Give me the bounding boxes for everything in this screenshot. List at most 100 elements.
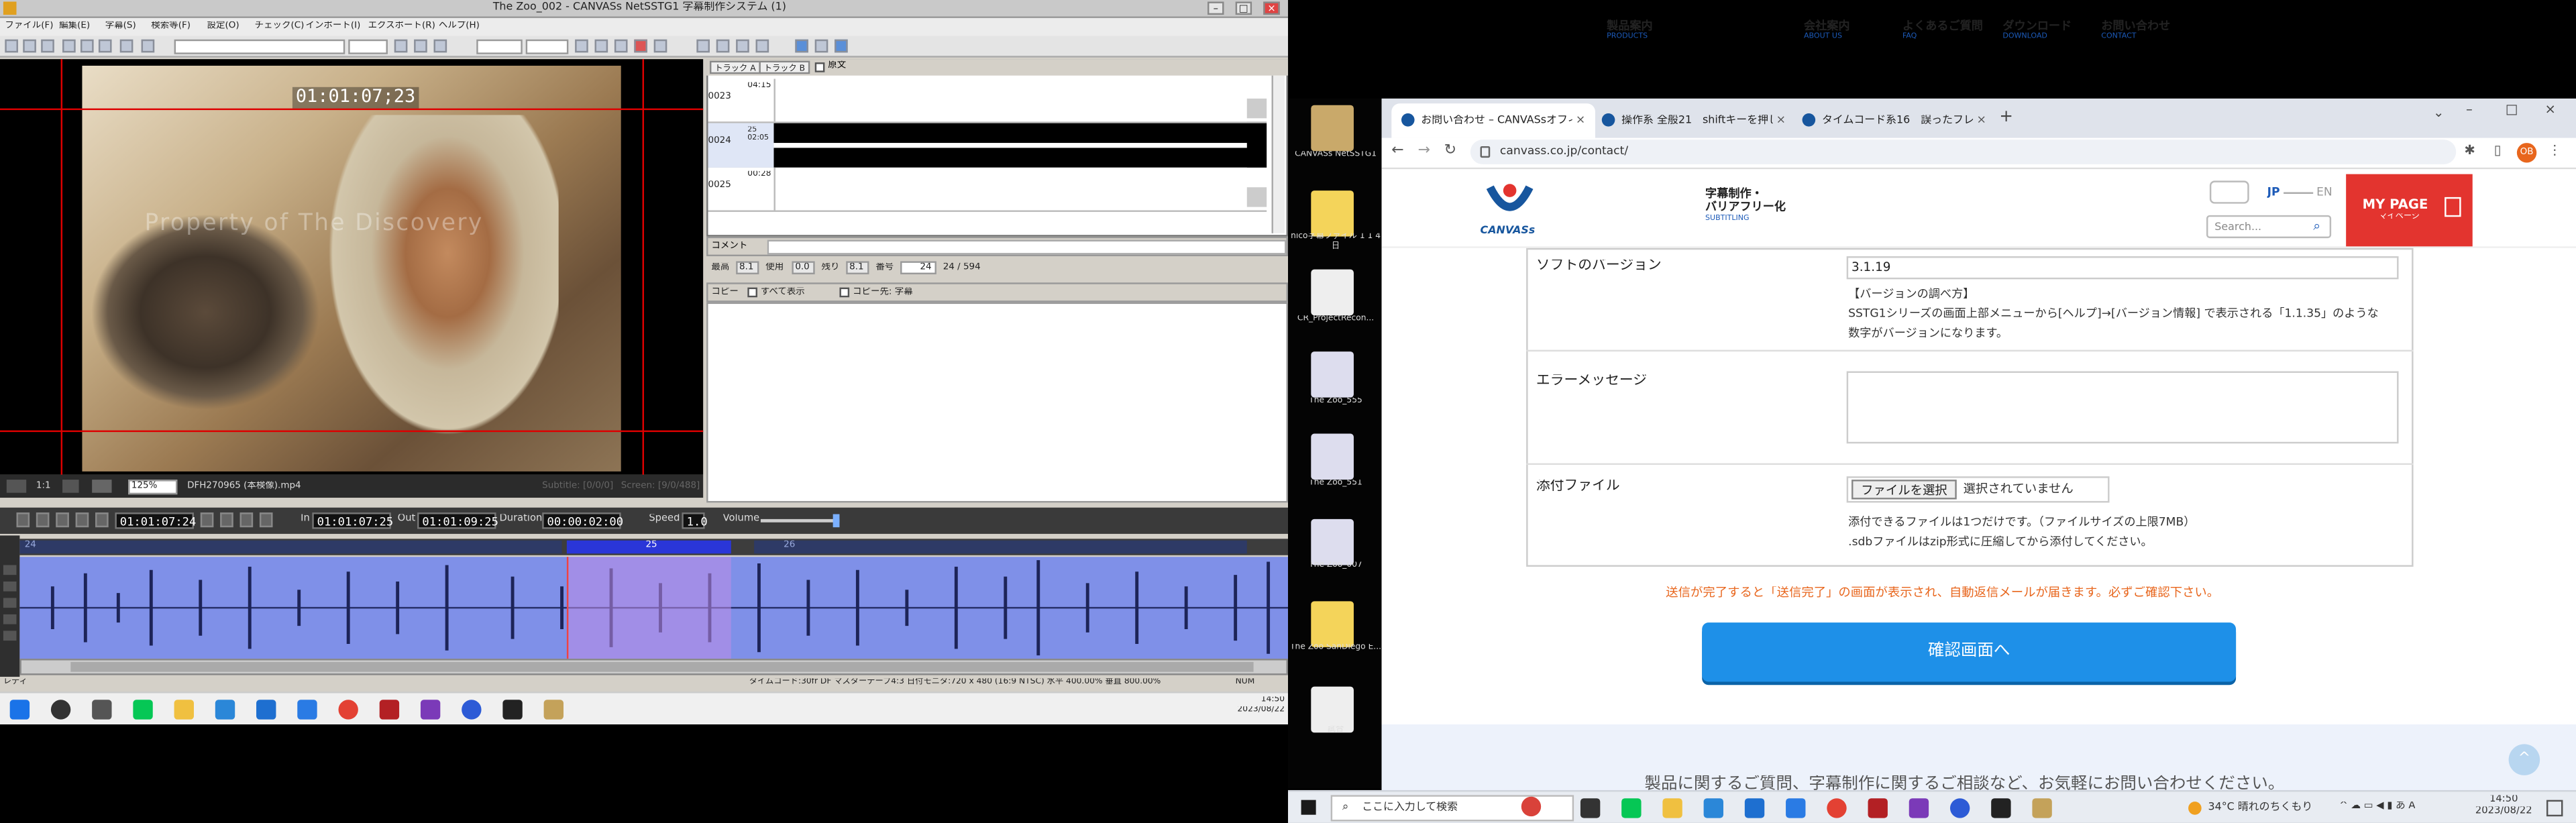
nav-products[interactable]: 製品案内 PRODUCTS [1607,19,1653,42]
menu-export[interactable]: エクスポート(R) [368,21,435,32]
app-icon-2[interactable] [1991,798,2011,818]
menu-help[interactable]: ヘルプ(H) [439,21,480,32]
mark-icon[interactable] [755,39,769,53]
tab-timecode[interactable]: タイムコード系16 誤ったフレームタイ × [1792,103,1996,138]
align-right-icon[interactable] [614,39,628,53]
error-message-textarea[interactable] [1846,371,2399,444]
original-checkbox[interactable] [814,62,825,72]
nav-subtitling[interactable]: 字幕制作・ バリアフリー化 SUBTITLING [1705,187,1786,223]
reload-icon[interactable]: ↻ [1444,143,1456,160]
tab-close-icon[interactable]: × [1576,113,1585,127]
tab-track-b[interactable]: トラック B [759,60,810,74]
c-icon[interactable] [814,39,828,53]
edge-icon[interactable] [215,700,235,720]
menu-search[interactable]: 検索等(F) [151,21,191,32]
mail-icon[interactable] [1744,798,1765,818]
menu-import[interactable]: インポート(I) [306,21,361,32]
back-icon[interactable]: ← [1391,143,1403,160]
nav-contact[interactable]: お問い合わせ CONTACT [2101,19,2170,42]
new-tab-button[interactable]: + [1999,109,2013,127]
ruby-icon[interactable] [736,39,749,53]
jog-stop-icon[interactable] [220,512,233,528]
number-input[interactable]: 24 [920,263,931,273]
desktop-icon[interactable] [1311,351,1354,398]
nav-download[interactable]: ダウンロード DOWNLOAD [2002,19,2072,42]
speed-value[interactable]: 1.0 [682,512,708,529]
align-center-icon[interactable] [594,39,608,53]
ruler-seg-24[interactable]: 24 [19,540,562,554]
clock[interactable]: 14:50 2023/08/22 [2471,795,2536,818]
app-icon-2[interactable] [502,700,523,720]
start-icon[interactable] [9,700,30,720]
close-icon[interactable]: × [1263,1,1280,15]
play-icon[interactable] [75,512,89,528]
pause-icon[interactable] [239,512,254,528]
jog-left-icon[interactable] [200,512,214,528]
menu-file[interactable]: ファイル(F) [5,21,53,32]
zoom-select[interactable]: 125% [131,482,158,492]
notification-icon[interactable] [2546,800,2563,817]
weather-text[interactable]: 34°C 晴れのちくもり [2208,802,2312,814]
monitor-icon[interactable] [92,480,112,493]
file-input[interactable]: ファイルを選択 選択されていません [1846,476,2110,503]
url-field[interactable]: canvass.co.jp/contact/ [1470,140,2457,164]
search-icon[interactable]: ⌕ [2313,219,2320,234]
paste-icon[interactable] [98,39,112,53]
lang-jp[interactable]: JP [2267,186,2280,199]
extensions-icon[interactable]: ✱ [2464,143,2475,158]
copy-label[interactable]: コピー [711,288,738,298]
forward-icon[interactable]: → [1417,143,1430,160]
canvass-logo[interactable]: CANVASs [1470,180,1550,243]
text-icon[interactable] [716,39,730,53]
file-select-button[interactable]: ファイルを選択 [1851,480,1957,500]
tab-close-icon[interactable]: × [1976,113,1986,127]
delete-icon[interactable] [634,39,647,53]
volume-thumb[interactable] [833,514,840,528]
m-icon[interactable] [795,39,808,53]
track-row[interactable]: 0025 00:28 [708,167,1267,212]
menu-settings[interactable]: 設定(O) [207,21,239,32]
weather-icon[interactable] [2188,802,2202,815]
tab-search-icon[interactable]: ⌄ [2433,105,2444,121]
menu-edit[interactable]: 編集(E) [59,21,90,32]
desktop-icon[interactable] [1311,269,1354,316]
site-search[interactable]: Search... ⌕ [2206,215,2332,239]
in-timecode[interactable]: 01:01:07:25 [312,512,393,529]
show-all-checkbox[interactable] [747,287,757,298]
calendar-icon[interactable] [297,700,317,720]
profile-avatar[interactable]: OB [2516,143,2537,163]
wave-scroll-thumb[interactable] [70,661,1254,672]
box-icon[interactable] [835,39,848,53]
sstg-icon[interactable] [2032,798,2052,818]
nav-faq[interactable]: よくあるご質問 FAQ [1902,19,1983,42]
tray-icons[interactable]: ^ ☁ ▭ ◀ ▮ あ A [2339,802,2415,813]
onenote-icon[interactable] [420,700,441,720]
lang-en[interactable]: EN [2316,186,2332,199]
zoom-icon[interactable] [462,700,482,720]
maximize-icon[interactable]: □ [2506,102,2518,117]
comment-input[interactable] [767,239,1287,255]
nav-about[interactable]: 会社案内 ABOUT US [1804,19,1850,42]
tab-shortcut[interactable]: 操作系 全般21 shiftキーを押しながら × [1592,103,1796,138]
explorer-icon[interactable] [174,700,194,720]
mail-icon[interactable] [256,700,276,720]
desktop-icon[interactable] [1311,190,1354,237]
minimize-icon[interactable]: – [1208,1,1224,15]
search-icon[interactable] [50,700,71,720]
next-frame-icon[interactable] [95,512,109,528]
explorer-icon[interactable] [1662,798,1682,818]
track-row-selected[interactable]: 0024 25 02:05 [708,123,1267,168]
desktop-icon[interactable] [1311,518,1354,565]
menu-subtitle[interactable]: 字幕(S) [105,21,136,32]
task-view-icon[interactable] [92,700,112,720]
sstg-icon[interactable] [543,700,564,720]
mypage-button[interactable]: MY PAGE マイページ [2346,174,2473,247]
ruler-seg-25[interactable]: 25 [566,540,731,554]
redo-icon[interactable] [141,39,155,53]
start-icon[interactable] [1301,800,1316,815]
sidepanel-icon[interactable]: ▯ [2494,143,2502,158]
font-combo[interactable] [174,39,345,54]
minimize-icon[interactable]: – [2466,102,2473,117]
selected-region[interactable] [566,557,731,659]
taskbar-search-input[interactable]: ここに入力して検索 [1362,802,1458,814]
